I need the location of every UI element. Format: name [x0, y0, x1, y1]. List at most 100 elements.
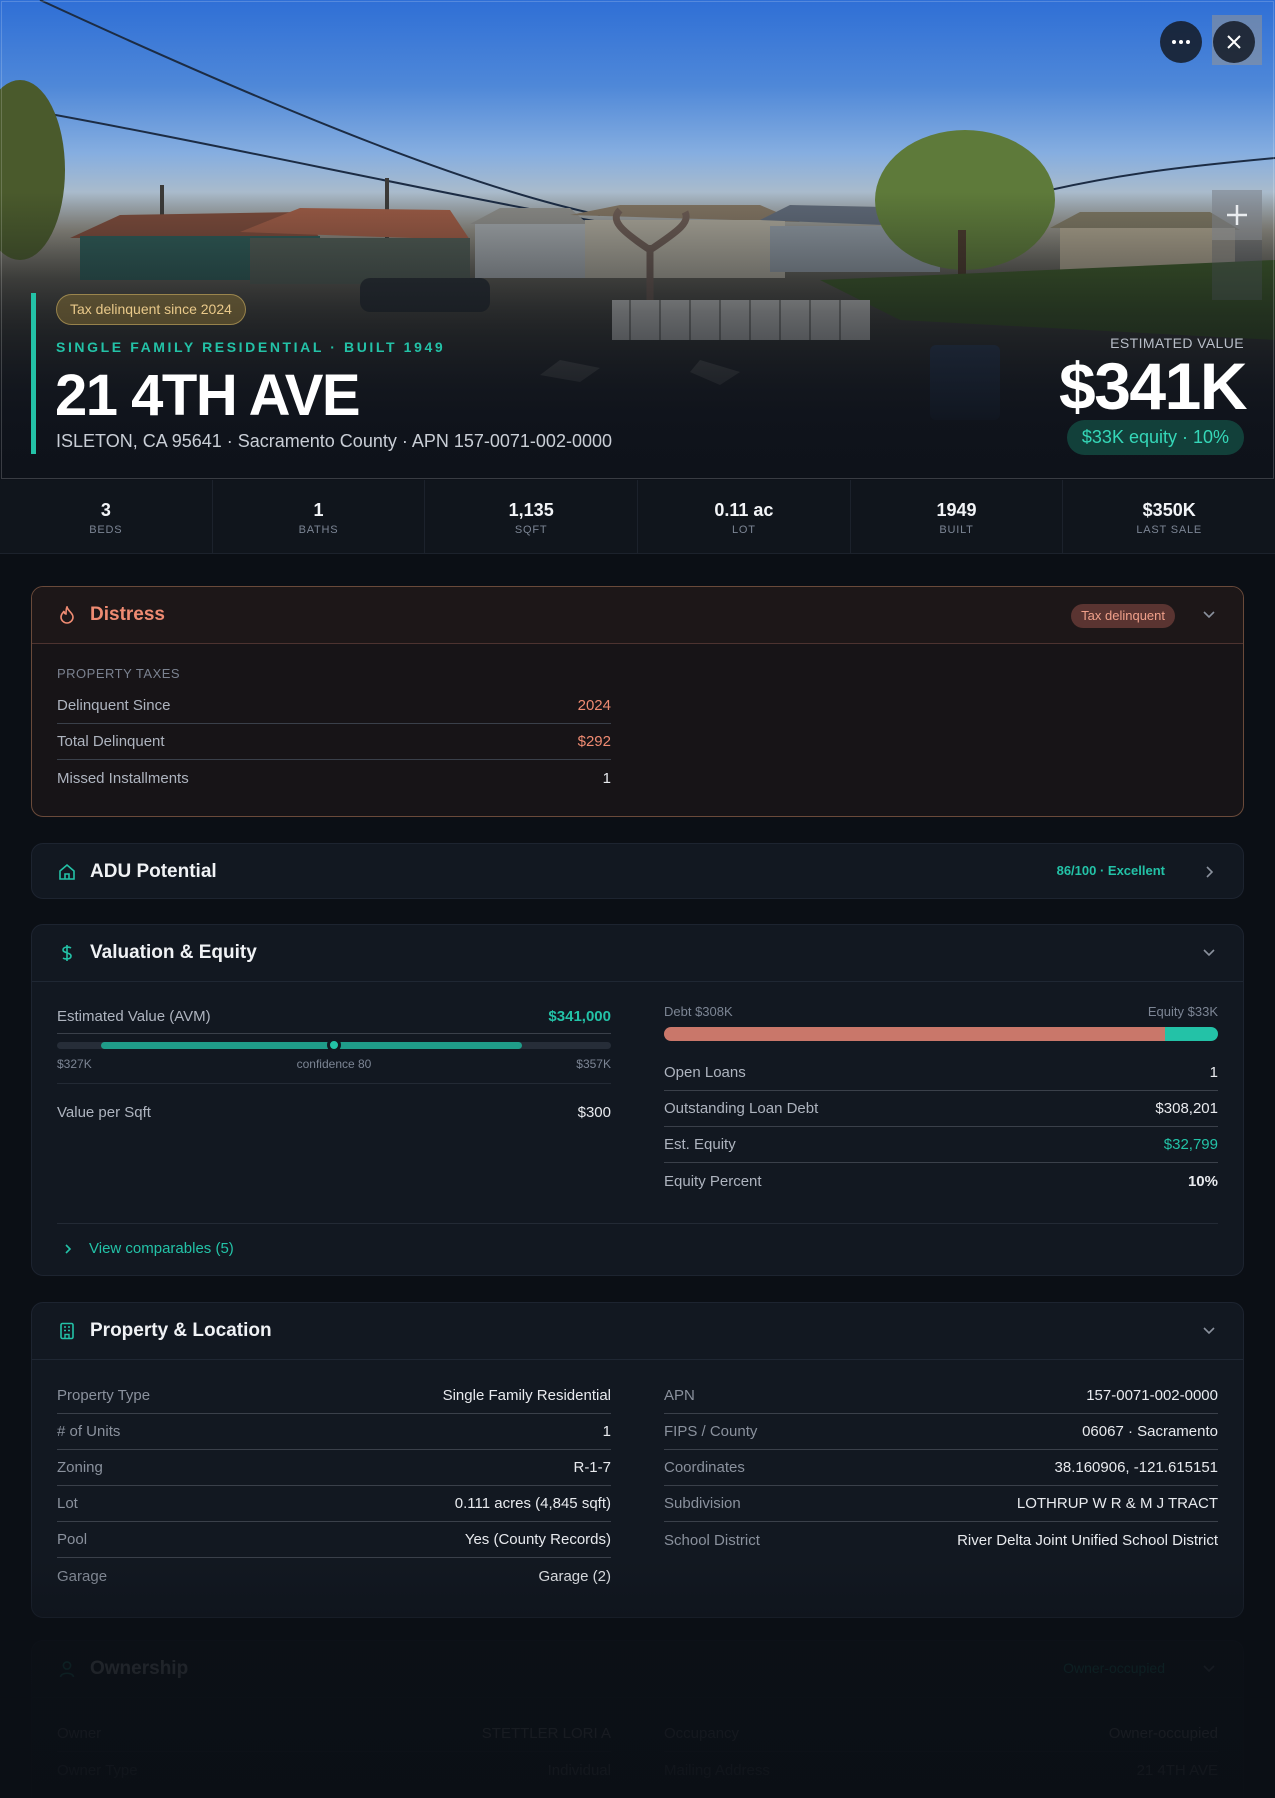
property-row: # of Units 1	[57, 1414, 611, 1450]
stat-label: BUILT	[939, 524, 974, 536]
avm-range-labels: $327K confidence 80 $357K	[57, 1057, 611, 1071]
row-key: Open Loans	[664, 1064, 746, 1081]
confidence-label: confidence 80	[296, 1057, 372, 1071]
zoom-in-button[interactable]	[1212, 190, 1262, 240]
row-key: Coordinates	[664, 1459, 745, 1476]
adu-potential-card[interactable]: ADU Potential 86/100 · Excellent	[31, 843, 1244, 899]
chevron-down-icon[interactable]	[1201, 607, 1217, 623]
property-row: Lot 0.111 acres (4,845 sqft)	[57, 1486, 611, 1522]
distress-row: Delinquent Since 2024	[57, 688, 611, 724]
divider	[57, 1033, 611, 1034]
row-value: Single Family Residential	[442, 1387, 611, 1404]
divider	[57, 1083, 611, 1084]
hero-photo: Tax delinquent since 2024 SINGLE FAMILY …	[0, 0, 1275, 480]
debt-label: Debt $308K	[664, 1004, 733, 1019]
ownership-row: Owner Type Individual	[57, 1752, 611, 1788]
range-low: $327K	[57, 1057, 92, 1071]
ownership-row: Occupancy Owner-occupied	[664, 1716, 1218, 1752]
view-comparables-link[interactable]: View comparables (5)	[57, 1223, 1218, 1273]
row-value: 38.160906, -121.615151	[1054, 1459, 1218, 1476]
chevron-down-icon[interactable]	[1201, 1323, 1217, 1339]
key-stats-bar: 3 BEDS 1 BATHS 1,135 SQFT 0.11 ac LOT 1949 BU…	[0, 480, 1275, 554]
row-key: Value per Sqft	[57, 1103, 151, 1121]
property-row: Property Type Single Family Residential	[57, 1378, 611, 1414]
valuation-card-header[interactable]: Valuation & Equity	[32, 925, 1243, 981]
row-value: 157-0071-002-0000	[1086, 1387, 1218, 1404]
row-value: 1	[602, 769, 611, 787]
avm-range-fill	[101, 1042, 523, 1049]
distress-row: Missed Installments 1	[57, 760, 611, 796]
ownership-card-body: Owner STETTLER LORI A Owner Type Individua…	[32, 1697, 1243, 1788]
stat-label: LAST SALE	[1136, 524, 1203, 536]
property-row: School District River Delta Joint Unified…	[664, 1522, 1218, 1558]
loan-row: Open Loans 1	[664, 1055, 1218, 1091]
building-icon	[58, 1322, 76, 1340]
row-key: Equity Percent	[664, 1172, 762, 1190]
stat-baths: 1 BATHS	[213, 480, 426, 553]
row-value: 2024	[577, 697, 611, 714]
user-icon	[58, 1660, 76, 1678]
row-key: Garage	[57, 1567, 108, 1585]
adu-card-header[interactable]: ADU Potential 86/100 · Excellent	[32, 844, 1243, 898]
hero-accent-bar	[31, 293, 36, 454]
property-card-body: Property Type Single Family Residential #…	[32, 1359, 1243, 1594]
row-key: School District	[664, 1531, 760, 1549]
row-key: Occupancy	[664, 1725, 740, 1742]
row-value: LOTHRUP W R & M J TRACT	[1016, 1495, 1218, 1512]
chevron-down-icon[interactable]	[1201, 945, 1217, 961]
equity-segment	[1164, 1027, 1218, 1041]
tax-delinquent-badge: Tax delinquent since 2024	[56, 294, 246, 325]
chevron-down-icon[interactable]	[1201, 1661, 1217, 1677]
stat-label: BEDS	[89, 524, 123, 536]
valuation-title: Valuation & Equity	[90, 942, 257, 963]
row-value: Garage (2)	[538, 1567, 611, 1585]
row-value: R-1-7	[573, 1459, 611, 1476]
adu-score: 86/100 · Excellent	[1056, 863, 1165, 878]
row-key: Missed Installments	[57, 769, 189, 787]
stat-last-sale: $350K LAST SALE	[1063, 480, 1275, 553]
close-button[interactable]	[1213, 21, 1255, 63]
distress-card-header[interactable]: Distress Tax delinquent	[32, 587, 1243, 643]
ownership-card-header[interactable]: Ownership Owner-occupied	[32, 1641, 1243, 1697]
more-horizontal-icon	[1172, 40, 1190, 44]
chevron-right-icon	[65, 1243, 72, 1254]
row-value: $292	[577, 733, 611, 750]
property-row: FIPS / County 06067 · Sacramento	[664, 1414, 1218, 1450]
zoom-control-track	[1212, 240, 1262, 300]
loan-row: Est. Equity $32,799	[664, 1127, 1218, 1163]
row-value: 06067 · Sacramento	[1082, 1423, 1218, 1440]
chevron-right-icon[interactable]	[1201, 864, 1217, 880]
close-icon	[1227, 35, 1241, 49]
row-key: Est. Equity	[664, 1136, 736, 1153]
valuation-card-body: Estimated Value (AVM) $341,000 $327K con…	[32, 981, 1243, 1273]
property-row: Coordinates 38.160906, -121.615151	[664, 1450, 1218, 1486]
debt-equity-bar	[664, 1027, 1218, 1041]
row-key: Total Delinquent	[57, 733, 165, 750]
property-card-header[interactable]: Property & Location	[32, 1303, 1243, 1359]
row-key: Pool	[57, 1531, 88, 1548]
property-row: APN 157-0071-002-0000	[664, 1378, 1218, 1414]
debt-equity-labels: Debt $308K Equity $33K	[664, 1004, 1218, 1019]
property-title: Property & Location	[90, 1320, 272, 1341]
row-value: 10%	[1187, 1172, 1218, 1190]
loan-row: Outstanding Loan Debt $308,201	[664, 1091, 1218, 1127]
property-row: Garage Garage (2)	[57, 1558, 611, 1594]
avm-row: Estimated Value (AVM) $341,000	[57, 1008, 611, 1025]
distress-status-badge: Tax delinquent	[1071, 604, 1175, 628]
row-key: FIPS / County	[664, 1423, 758, 1440]
avm-value: $341,000	[548, 1008, 611, 1025]
row-value: $308,201	[1155, 1100, 1218, 1117]
stat-value: 1949	[936, 500, 977, 520]
stat-value: 0.11 ac	[714, 500, 774, 520]
ownership-row: Owner STETTLER LORI A	[57, 1716, 611, 1752]
more-options-button[interactable]	[1160, 21, 1202, 63]
property-address-title: 21 4TH AVE	[55, 363, 361, 428]
row-key: APN	[664, 1387, 695, 1404]
avm-estimate-marker	[327, 1038, 341, 1052]
debt-segment	[664, 1027, 1165, 1041]
row-value: 1	[602, 1423, 611, 1440]
stat-lot: 0.11 ac LOT	[638, 480, 851, 553]
stat-beds: 3 BEDS	[0, 480, 213, 553]
row-value: Owner-occupied	[1108, 1725, 1218, 1742]
ownership-card: Ownership Owner-occupied Owner STETTLER L…	[31, 1640, 1244, 1798]
